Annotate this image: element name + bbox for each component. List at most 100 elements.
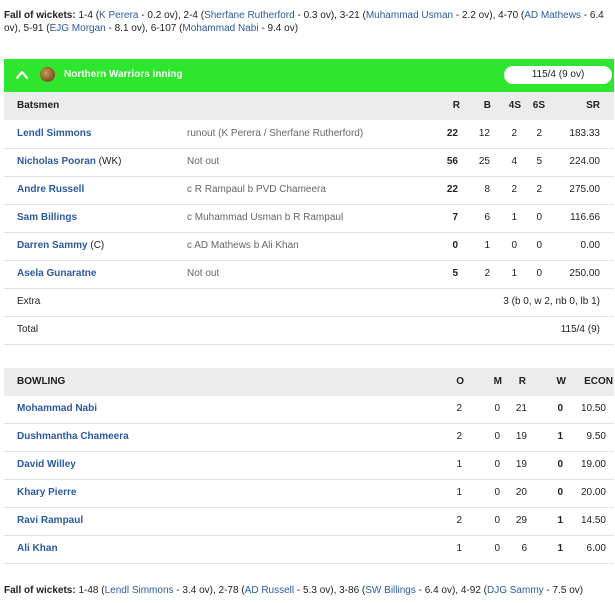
wickets-value: 1	[557, 431, 563, 442]
fours-value: 1	[511, 212, 517, 223]
batting-header-row: Batsmen R B 4S 6S SR	[4, 92, 614, 120]
balls-value: 2	[484, 268, 490, 279]
maidens-value: 0	[494, 487, 500, 498]
fow-player-link[interactable]: AD Russell	[245, 585, 294, 596]
fall-of-wickets-bottom: Fall of wickets: 1-48 (Lendl Simmons - 3…	[4, 584, 610, 597]
fow-item: 2-4 (Sherfane Rutherford - 0.3 ov),	[183, 10, 340, 21]
fow-player-link[interactable]: AD Mathews	[524, 10, 581, 21]
batsman-link[interactable]: Nicholas Pooran	[17, 156, 96, 167]
runs-header: R	[452, 100, 460, 111]
sixes-value: 2	[536, 184, 542, 195]
sixes-value: 5	[536, 156, 542, 167]
wickets-header: W	[556, 376, 566, 387]
economy-value: 20.00	[580, 487, 606, 498]
economy-value: 10.50	[580, 403, 606, 414]
fours-header: 4S	[508, 100, 521, 111]
dismissal-text: c R Rampaul b PVD Chameera	[187, 184, 326, 195]
table-row: Darren Sammy (C) c AD Mathews b Ali Khan…	[4, 232, 614, 261]
runs-conceded-header: R	[518, 376, 526, 387]
batsman-link[interactable]: Darren Sammy	[17, 240, 88, 251]
fow-item: 3-86 (SW Billings - 6.4 ov),	[339, 585, 461, 596]
fow-player-link[interactable]: EJG Morgan	[50, 23, 106, 34]
batsman-link[interactable]: Asela Gunaratne	[17, 268, 96, 279]
maidens-value: 0	[494, 431, 500, 442]
dismissal-text: Not out	[187, 268, 220, 279]
table-row: Dushmantha Chameera 2 0 19 1 9.50	[4, 423, 614, 452]
extras-row: Extra 3 (b 0, w 2, nb 0, lb 1)	[4, 288, 614, 317]
runs-value: 7	[452, 212, 458, 223]
runs-value: 56	[446, 156, 458, 167]
wickets-value: 0	[557, 487, 563, 498]
batsman-role: (WK)	[95, 156, 122, 167]
runs-value: 22	[446, 184, 458, 195]
overs-value: 2	[456, 515, 462, 526]
strike-rate-value: 275.00	[569, 184, 600, 195]
batsmen-header: Batsmen	[17, 100, 60, 111]
table-row: Khary Pierre 1 0 20 0 20.00	[4, 479, 614, 508]
balls-value: 25	[478, 156, 490, 167]
table-row: Sam Billings c Muhammad Usman b R Rampau…	[4, 204, 614, 233]
fow-item: 4-92 (DJG Sammy - 7.5 ov)	[460, 585, 584, 596]
fall-of-wickets-label: Fall of wickets:	[4, 10, 76, 21]
table-row: Ali Khan 1 0 6 1 6.00	[4, 535, 614, 564]
overs-value: 1	[456, 487, 462, 498]
table-row: Andre Russell c R Rampaul b PVD Chameera…	[4, 176, 614, 205]
runs-conceded-value: 19	[515, 431, 527, 442]
bowler-link[interactable]: David Willey	[17, 451, 76, 479]
batsman-link[interactable]: Lendl Simmons	[17, 128, 91, 139]
runs-conceded-value: 6	[521, 543, 527, 554]
fours-value: 0	[511, 240, 517, 251]
fow-player-link[interactable]: Mohammad Nabi	[182, 23, 258, 34]
batsman-link[interactable]: Andre Russell	[17, 184, 84, 195]
bowler-link[interactable]: Khary Pierre	[17, 479, 76, 507]
fours-value: 1	[511, 268, 517, 279]
fow-player-link[interactable]: K Perera	[99, 10, 138, 21]
dismissal-text: c Muhammad Usman b R Rampaul	[187, 212, 344, 223]
bowler-link[interactable]: Ravi Rampaul	[17, 507, 83, 535]
fow-item: 1-4 (K Perera - 0.2 ov),	[78, 10, 184, 21]
fow-player-link[interactable]: DJG Sammy	[487, 585, 544, 596]
maidens-value: 0	[494, 403, 500, 414]
chevron-up-icon[interactable]	[15, 68, 29, 82]
strike-rate-value: 0.00	[580, 240, 600, 251]
table-row: Mohammad Nabi 2 0 21 0 10.50	[4, 395, 614, 424]
dismissal-text: c AD Mathews b Ali Khan	[187, 240, 299, 251]
wickets-value: 1	[557, 515, 563, 526]
bowler-link[interactable]: Ali Khan	[17, 535, 58, 563]
bowler-link[interactable]: Mohammad Nabi	[17, 395, 97, 423]
extras-value: 3 (b 0, w 2, nb 0, lb 1)	[503, 296, 600, 307]
table-row: David Willey 1 0 19 0 19.00	[4, 451, 614, 480]
batsman-link[interactable]: Sam Billings	[17, 212, 77, 223]
inning-header[interactable]: Northern Warriors inning 115/4 (9 ov)	[4, 59, 614, 92]
table-row: Nicholas Pooran (WK) Not out 56 25 4 5 2…	[4, 148, 614, 177]
fow-item: 5-91 (EJG Morgan - 8.1 ov),	[23, 23, 151, 34]
balls-value: 12	[478, 128, 490, 139]
overs-value: 1	[456, 459, 462, 470]
runs-conceded-value: 21	[515, 403, 527, 414]
overs-value: 2	[456, 431, 462, 442]
sixes-header: 6S	[532, 100, 545, 111]
maidens-value: 0	[494, 515, 500, 526]
extras-label: Extra	[17, 296, 41, 307]
fow-player-link[interactable]: Sherfane Rutherford	[204, 10, 295, 21]
strike-rate-header: SR	[586, 100, 600, 111]
maidens-header: M	[493, 376, 502, 387]
bowler-link[interactable]: Dushmantha Chameera	[17, 423, 129, 451]
table-row: Ravi Rampaul 2 0 29 1 14.50	[4, 507, 614, 536]
inning-score-badge: 115/4 (9 ov)	[504, 66, 612, 84]
total-row: Total 115/4 (9)	[4, 316, 614, 345]
bowling-header-row: BOWLING O M R W ECON	[4, 368, 614, 396]
strike-rate-value: 224.00	[569, 156, 600, 167]
runs-value: 5	[452, 268, 458, 279]
sixes-value: 0	[536, 212, 542, 223]
table-row: Asela Gunaratne Not out 5 2 1 0 250.00	[4, 260, 614, 289]
fow-player-link[interactable]: Muhammad Usman	[366, 10, 453, 21]
economy-header: ECON	[584, 376, 613, 387]
fow-player-link[interactable]: Lendl Simmons	[105, 585, 174, 596]
fow-item: 6-107 (Mohammad Nabi - 9.4 ov)	[150, 23, 299, 34]
balls-value: 1	[484, 240, 490, 251]
fow-player-link[interactable]: SW Billings	[365, 585, 416, 596]
fours-value: 4	[511, 156, 517, 167]
runs-conceded-value: 19	[515, 459, 527, 470]
overs-value: 2	[456, 403, 462, 414]
